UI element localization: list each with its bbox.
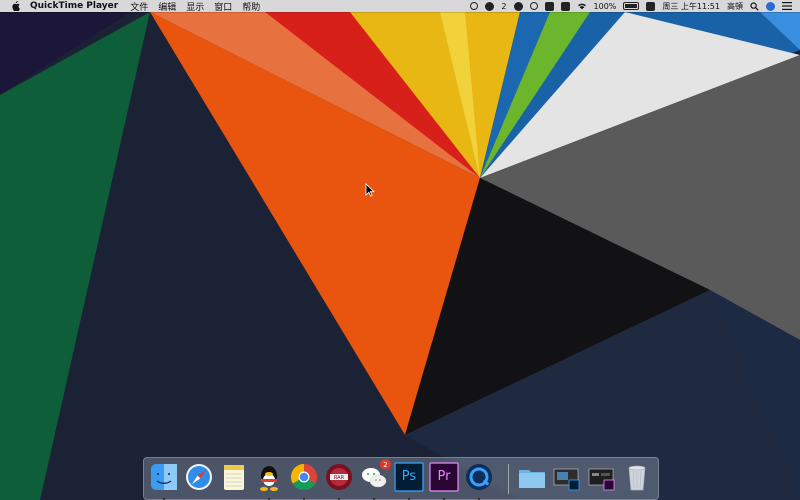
spotlight-search-icon[interactable]	[750, 0, 759, 12]
user-name[interactable]: 高頓	[727, 0, 743, 12]
quicktime-icon[interactable]	[464, 462, 494, 500]
trash-icon[interactable]	[622, 462, 652, 492]
app-name-menu[interactable]: QuickTime Player	[30, 1, 118, 11]
svg-text:RAR: RAR	[334, 475, 345, 481]
menu-view[interactable]: 显示	[186, 0, 204, 13]
wechat-count: 2	[501, 1, 507, 11]
input-method-icon[interactable]	[646, 0, 656, 12]
qq-icon[interactable]	[254, 462, 284, 500]
siri-icon[interactable]	[766, 0, 775, 12]
pr-document-icon[interactable]	[587, 462, 617, 492]
mail-icon[interactable]	[544, 0, 554, 12]
premiere-label: Pr	[437, 469, 451, 484]
battery-icon[interactable]	[623, 0, 640, 12]
wechat-badge: 2	[380, 459, 391, 470]
folder-stack-icon[interactable]	[517, 462, 547, 492]
wechat-icon[interactable]: 2	[359, 459, 391, 500]
notes-icon[interactable]	[219, 462, 249, 492]
menu-bar: QuickTime Player 文件 编辑 显示 窗口 帮助 2 100% 周…	[0, 0, 800, 13]
battery-percent: 100%	[593, 1, 617, 11]
photoshop-label: Ps	[401, 469, 417, 484]
photoshop-icon[interactable]: Ps	[394, 462, 424, 500]
menu-file[interactable]: 文件	[130, 0, 148, 13]
menu-help[interactable]: 帮助	[242, 0, 260, 13]
screen-icon[interactable]	[560, 0, 570, 12]
wechat-status-icon[interactable]	[485, 0, 495, 12]
safari-icon[interactable]	[184, 462, 214, 492]
record-icon[interactable]	[470, 0, 479, 12]
apple-menu-icon[interactable]	[10, 0, 20, 12]
premiere-icon[interactable]: Pr	[429, 462, 459, 500]
ps-document-icon[interactable]	[552, 462, 582, 492]
notification-center-icon[interactable]	[782, 0, 792, 12]
chrome-icon[interactable]	[289, 462, 319, 500]
finder-icon[interactable]	[149, 462, 179, 500]
status-area: 2 100% 周三 上午11:51 高頓	[470, 0, 792, 12]
dock-separator	[508, 464, 509, 494]
evernote-icon[interactable]	[513, 0, 523, 12]
dock: RAR 2 Ps Pr	[143, 457, 659, 500]
winrar-icon[interactable]: RAR	[324, 462, 354, 500]
menu-edit[interactable]: 编辑	[158, 0, 176, 13]
menu-window[interactable]: 窗口	[214, 0, 232, 13]
wifi-icon[interactable]	[577, 0, 587, 12]
mouse-cursor-icon	[365, 183, 375, 197]
desktop-wallpaper	[0, 0, 800, 500]
eye-icon[interactable]	[529, 0, 538, 12]
datetime[interactable]: 周三 上午11:51	[662, 0, 720, 12]
